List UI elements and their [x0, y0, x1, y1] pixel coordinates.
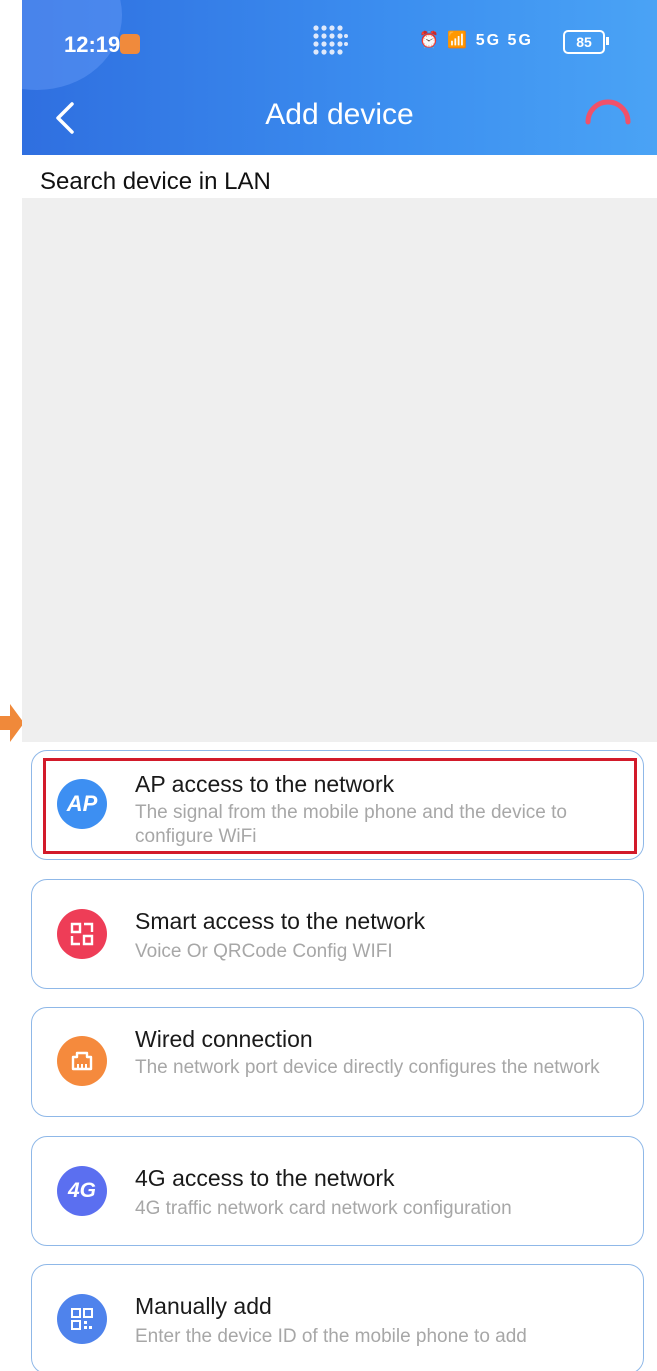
- 4g-icon: 4G: [57, 1166, 107, 1216]
- spinner-icon: [585, 99, 631, 125]
- signal-2-label: 5G: [507, 32, 533, 49]
- notification-app-icon: [120, 34, 140, 54]
- ethernet-port-icon: [57, 1036, 107, 1086]
- option-description: 4G traffic network card network configur…: [135, 1198, 512, 1219]
- lan-device-list[interactable]: [22, 198, 657, 742]
- manual-add-option[interactable]: Manually add Enter the device ID of the …: [31, 1264, 644, 1371]
- page-title: Add device: [265, 98, 414, 131]
- 4g-access-option[interactable]: 4G 4G access to the network 4G traffic n…: [31, 1136, 644, 1246]
- status-bar: 12:19 ⏰ 📶 5G 5G 85: [22, 0, 657, 92]
- option-description: The network port device directly configu…: [135, 1057, 600, 1078]
- battery-nub: [606, 37, 609, 45]
- wifi-icon: 📶: [447, 32, 470, 49]
- smart-access-option[interactable]: Smart access to the network Voice Or QRC…: [31, 879, 644, 989]
- option-description: Voice Or QRCode Config WIFI: [135, 941, 393, 962]
- alarm-icon: ⏰: [419, 32, 441, 49]
- system-icons: ⏰ 📶 5G 5G: [419, 30, 533, 50]
- option-title: Manually add: [135, 1293, 272, 1319]
- app-screen: 12:19 ⏰ 📶 5G 5G 85 Add device Search dev…: [22, 0, 657, 1371]
- signal-1-label: 5G: [475, 32, 502, 49]
- pointer-arrow-icon: [0, 704, 24, 742]
- wired-connection-option[interactable]: Wired connection The network port device…: [31, 1007, 644, 1117]
- battery-indicator: 85: [563, 30, 605, 54]
- status-time: 12:19: [64, 32, 121, 57]
- qr-smart-icon: [57, 909, 107, 959]
- option-title: Wired connection: [135, 1026, 313, 1052]
- option-title: Smart access to the network: [135, 908, 426, 934]
- dots-grid-icon: [313, 25, 348, 55]
- lan-search-label: Search device in LAN: [40, 168, 271, 195]
- ap-access-option[interactable]: AP AP access to the network The signal f…: [31, 750, 644, 860]
- option-title: 4G access to the network: [135, 1165, 395, 1191]
- qrcode-icon: [57, 1294, 107, 1344]
- highlight-box: [43, 758, 637, 854]
- header: 12:19 ⏰ 📶 5G 5G 85 Add device: [22, 0, 657, 155]
- option-description: Enter the device ID of the mobile phone …: [135, 1326, 527, 1347]
